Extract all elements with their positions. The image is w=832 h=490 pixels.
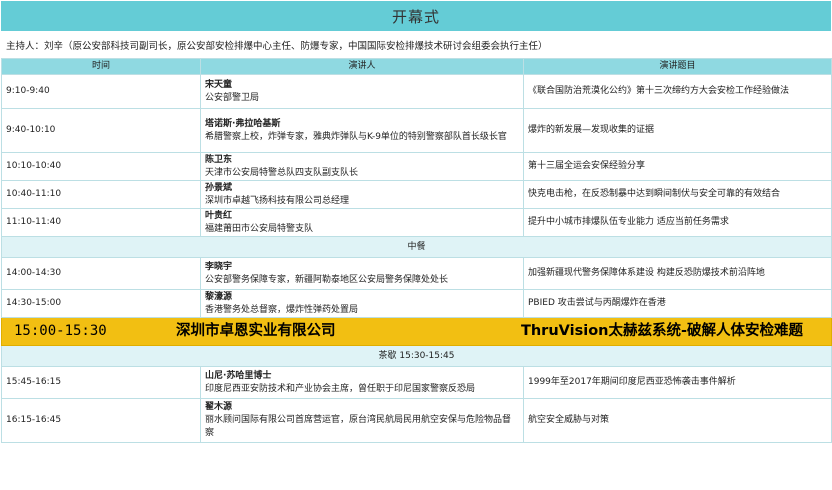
table-row: 15:45-16:15 山尼·苏哈里博士 印度尼西亚安防技术和产业协会主席，曾任职于… [1,366,832,399]
topic-cell: PBIED 攻击尝试与丙酮爆炸在香港 [523,289,832,318]
speaker-cell: 翟木源丽水顾问国际有限公司首席营运官，原台湾民航局民用航空安保与危险物品督察 [200,398,524,443]
speaker-org: 印度尼西亚安防技术和产业协会主席，曾任职于印尼国家警察反恐局 [205,383,476,394]
table-row: 10:10-10:40 陈卫东 天津市公安局特警总队四支队副支队长 第十三届全运会安保… [1,152,832,181]
speaker-name: 叶贵红 [205,210,233,221]
speaker-name: 塔诺斯·弗拉哈基斯 [205,118,281,129]
topic-cell: 加强新疆现代警务保障体系建设 构建反恐防爆技术前沿阵地 [523,257,832,290]
time-cell: 14:00-14:30 [1,257,201,290]
session-title: 开幕式 [1,1,831,31]
time-cell: 11:10-11:40 [1,208,201,237]
speaker-org: 公安部警务保障专家，新疆阿勒泰地区公安局警务保障处处长 [205,274,449,285]
agenda-table: 时间 演讲人 演讲题目 9:10-9:40 宋天童 公安部警卫局 《联合国防治荒漠化公… [1,58,832,443]
agenda-page: 开幕式 主持人：刘辛（原公安部科技司副司长，原公安部安检排爆中心主任、防爆专家，… [0,0,832,490]
host-line: 主持人：刘辛（原公安部科技司副司长，原公安部安检排爆中心主任、防爆专家，中国国际… [6,40,548,52]
sponsor-time: 15:00-15:30 [14,323,107,339]
speaker-name: 李晓宇 [205,261,233,272]
sponsor-banner: 15:00-15:30 深圳市卓恩实业有限公司 ThruVision太赫兹系统-破解… [3,319,831,345]
topic-cell: 快克电击枪，在反恐制暴中达到瞬间制伏与安全可靠的有效结合 [523,180,832,209]
table-row: 14:00-14:30 李晓宇 公安部警务保障专家，新疆阿勒泰地区公安局警务保障处处… [1,257,832,290]
speaker-cell: 叶贵红福建莆田市公安局特警支队 [200,208,524,237]
topic-cell: 第十三届全运会安保经验分享 [523,152,832,181]
sponsor-cell: 15:00-15:30 深圳市卓恩实业有限公司 ThruVision太赫兹系统-破解… [1,317,832,346]
speaker-org: 香港警务处总督察，爆炸性弹药处置局 [205,304,359,315]
time-cell: 15:45-16:15 [1,366,201,399]
table-row: 16:15-16:45 翟木源 丽水顾问国际有限公司首席营运官，原台湾民航局民用航空… [1,398,832,443]
header-topic: 演讲题目 [523,58,832,75]
speaker-name: 陈卫东 [205,154,233,165]
topic-cell: 1999年至2017年期间印度尼西亚恐怖袭击事件解析 [523,366,832,399]
speaker-org: 深圳市卓越飞扬科技有限公司总经理 [205,195,350,206]
speaker-name: 孙景斌 [205,182,233,193]
speaker-org: 丽水顾问国际有限公司首席营运官，原台湾民航局民用航空安保与危险物品督察 [205,415,512,438]
speaker-cell: 李晓宇公安部警务保障专家，新疆阿勒泰地区公安局警务保障处处长 [200,257,524,290]
table-row: 14:30-15:00 黎濠源 香港警务处总督察，爆炸性弹药处置局 PBIED 攻击尝… [1,289,832,318]
sponsor-row: 15:00-15:30 深圳市卓恩实业有限公司 ThruVision太赫兹系统-破解… [1,317,832,346]
speaker-org: 希腊警察上校，炸弹专家，雅典炸弹队与K-9单位的特别警察部队首长级长官 [205,131,507,142]
table-row: 9:10-9:40 宋天童 公安部警卫局 《联合国防治荒漠化公约》第十三次缔约方大会安… [1,74,832,109]
tea-break-row: 茶歇 15:30-15:45 [1,345,832,367]
time-cell: 10:40-11:10 [1,180,201,209]
speaker-cell: 黎濠源香港警务处总督察，爆炸性弹药处置局 [200,289,524,318]
time-cell: 9:10-9:40 [1,74,201,109]
table-row: 9:40-10:10 塔诺斯·弗拉哈基斯 希腊警察上校，炸弹专家，雅典炸弹队与K-9… [1,108,832,153]
speaker-cell: 陈卫东天津市公安局特警总队四支队副支队长 [200,152,524,181]
topic-cell: 航空安全威胁与对策 [523,398,832,443]
topic-cell: 提升中小城市排爆队伍专业能力 适应当前任务需求 [523,208,832,237]
header-time: 时间 [1,58,201,75]
speaker-cell: 山尼·苏哈里博士印度尼西亚安防技术和产业协会主席，曾任职于印尼国家警察反恐局 [200,366,524,399]
topic-cell: 爆炸的新发展—发现收集的证据 [523,108,832,153]
speaker-cell: 孙景斌深圳市卓越飞扬科技有限公司总经理 [200,180,524,209]
speaker-org: 公安部警卫局 [205,92,260,103]
speaker-cell: 塔诺斯·弗拉哈基斯希腊警察上校，炸弹专家，雅典炸弹队与K-9单位的特别警察部队首… [200,108,524,153]
lunch-break-row: 中餐 [1,236,832,258]
time-cell: 9:40-10:10 [1,108,201,153]
table-row: 11:10-11:40 叶贵红 福建莆田市公安局特警支队 提升中小城市排爆队伍专业能力… [1,208,832,237]
lunch-break-row-label: 中餐 [1,236,832,258]
topic-cell: 《联合国防治荒漠化公约》第十三次缔约方大会安检工作经验做法 [523,74,832,109]
time-cell: 10:10-10:40 [1,152,201,181]
sponsor-topic: ThruVision太赫兹系统-破解人体安检难题 [520,323,803,339]
tea-break-row-label: 茶歇 15:30-15:45 [1,345,832,367]
speaker-cell: 宋天童 公安部警卫局 [200,74,524,109]
header-row: 时间 演讲人 演讲题目 [1,58,832,75]
speaker-org: 福建莆田市公安局特警支队 [205,223,314,234]
table-row: 10:40-11:10 孙景斌 深圳市卓越飞扬科技有限公司总经理 快克电击枪，在反恐制… [1,180,832,209]
speaker-name: 黎濠源 [205,291,233,302]
speaker-name: 翟木源 [205,402,233,412]
time-cell: 14:30-15:00 [1,289,201,318]
header-speaker: 演讲人 [200,58,524,75]
time-cell: 16:15-16:45 [1,398,201,443]
sponsor-company: 深圳市卓恩实业有限公司 [176,323,336,339]
speaker-name: 山尼·苏哈里博士 [205,370,272,381]
speaker-name: 宋天童 [205,79,233,90]
speaker-org: 天津市公安局特警总队四支队副支队长 [205,167,359,178]
